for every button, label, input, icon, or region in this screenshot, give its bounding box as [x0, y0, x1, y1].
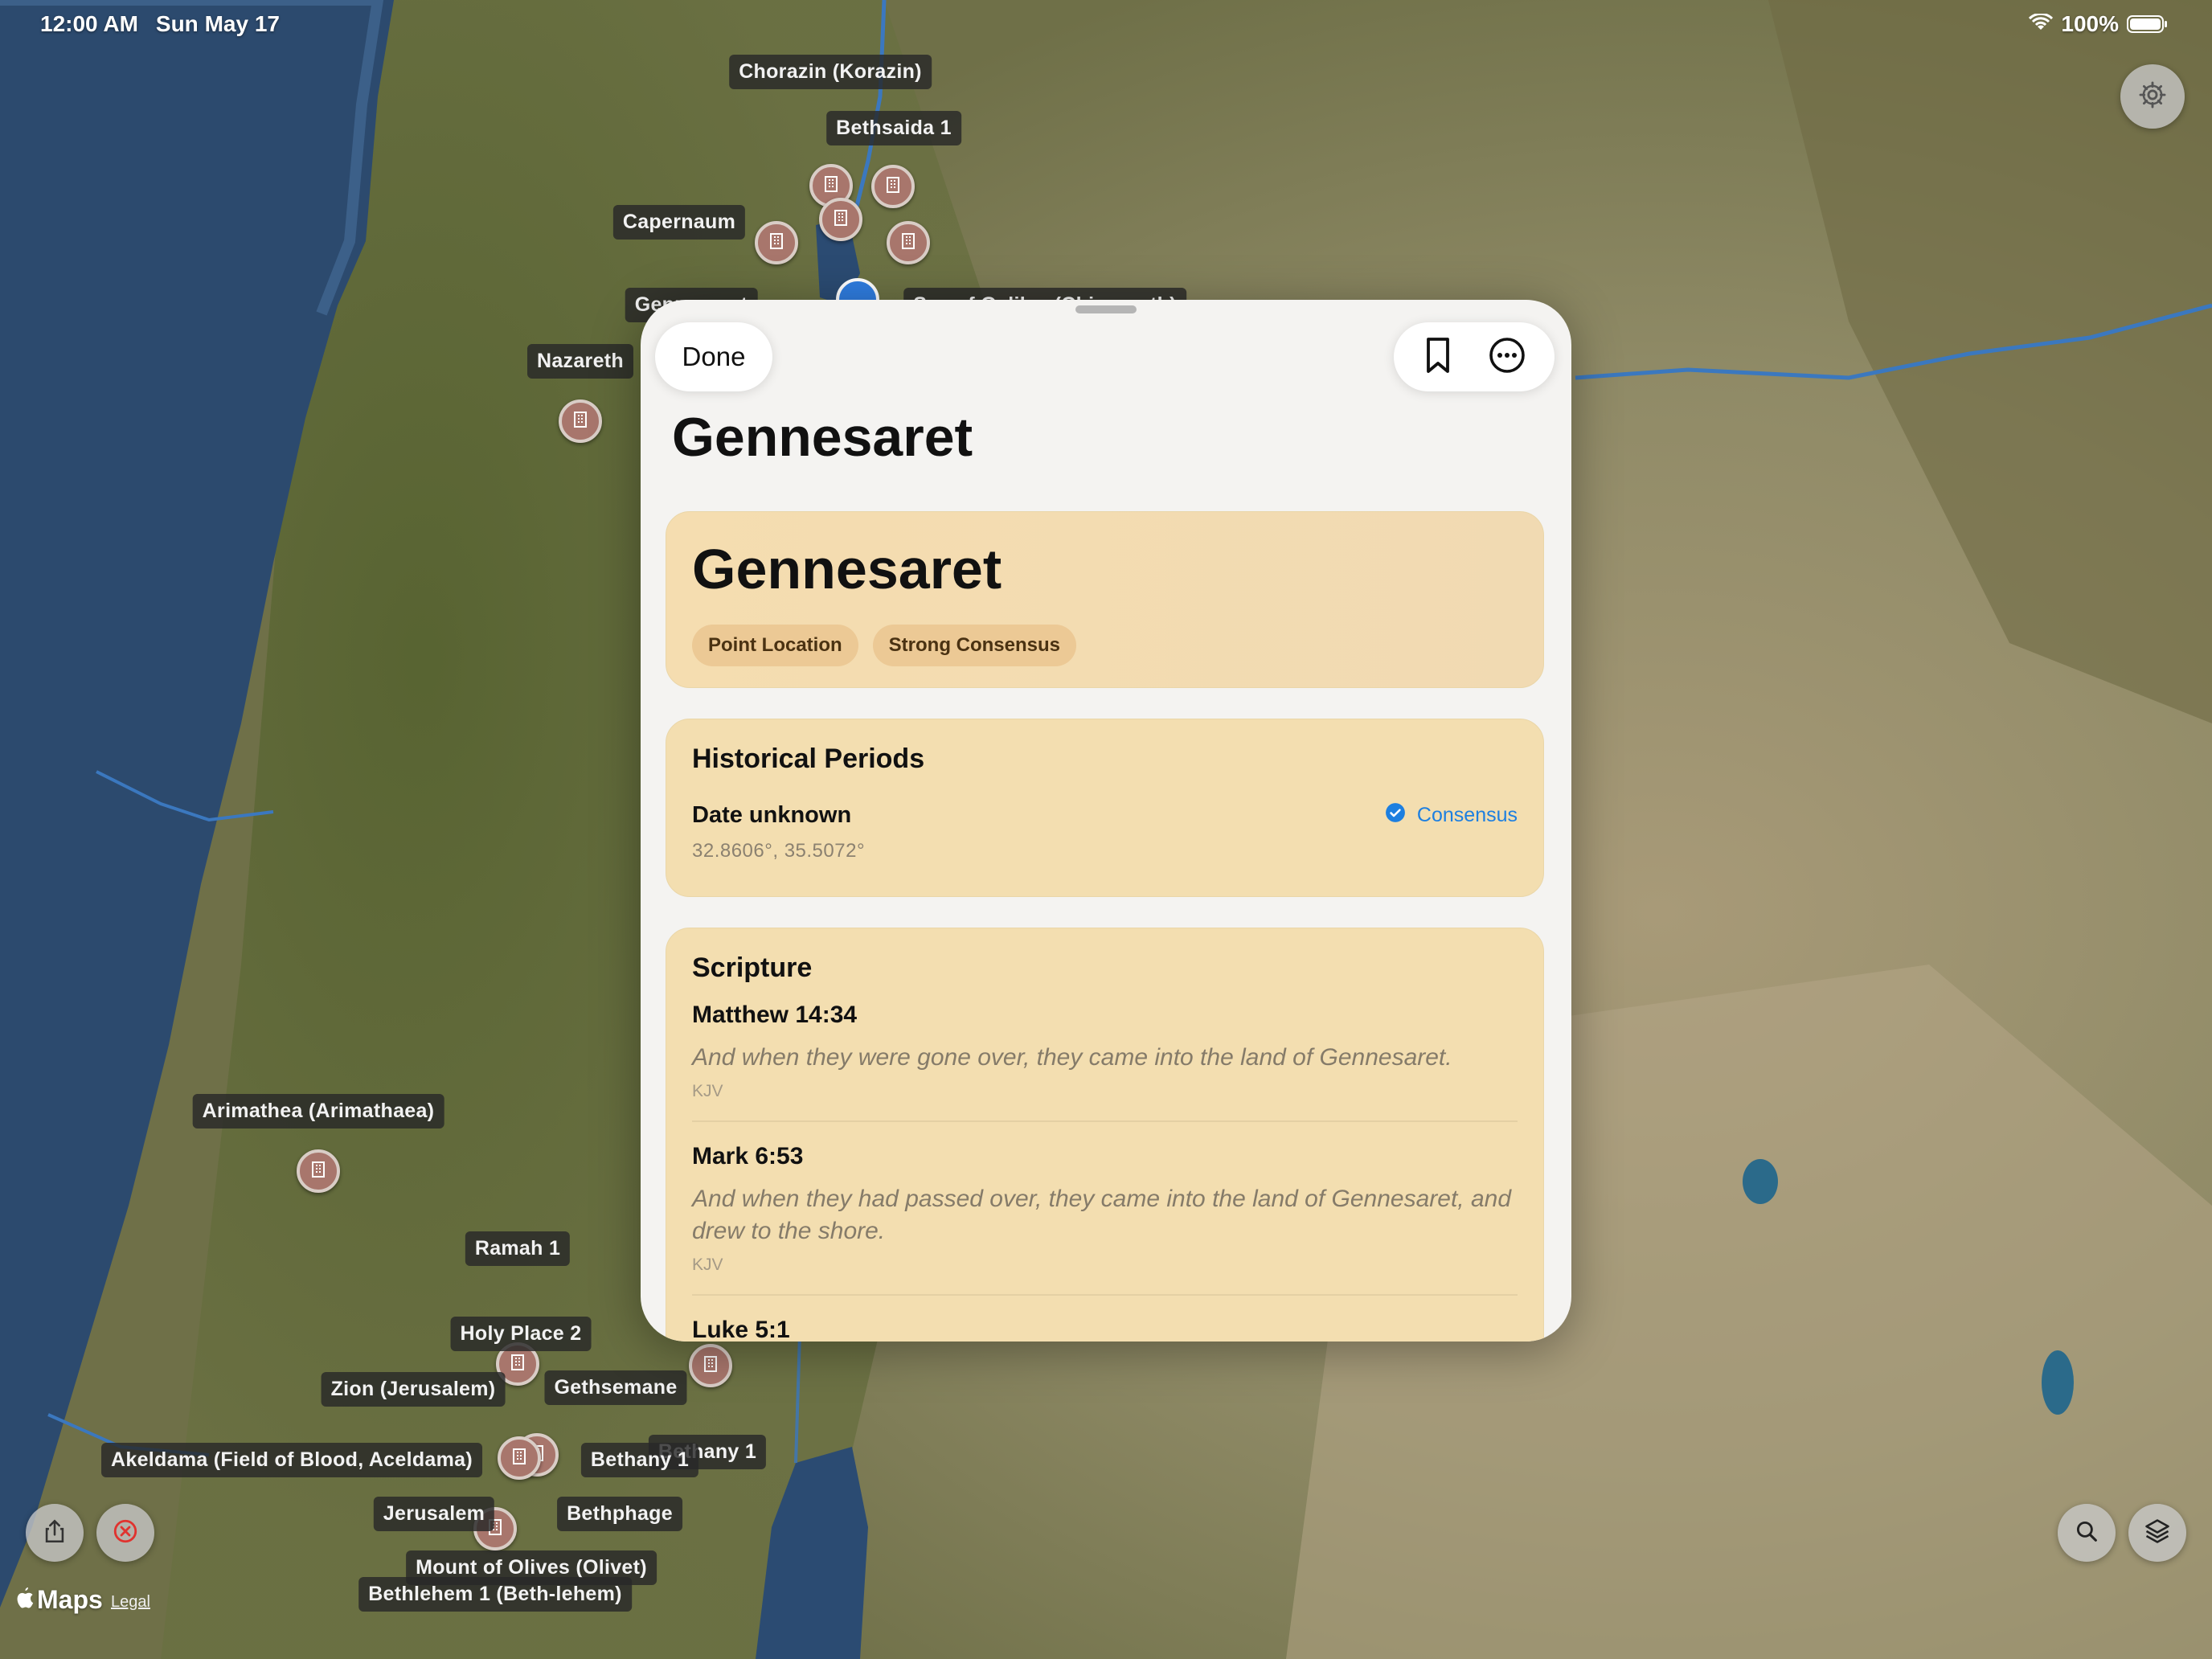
wifi-icon — [2029, 11, 2054, 37]
bookmark-button[interactable] — [1422, 336, 1454, 379]
building-pin-icon — [831, 208, 850, 231]
map-pin[interactable] — [559, 399, 602, 443]
map-label-bethsaida[interactable]: Bethsaida 1 — [826, 111, 961, 145]
done-button[interactable]: Done — [655, 322, 772, 391]
place-detail-sheet: Done Gennesaret Gennesaret Point Locatio… — [641, 300, 1571, 1342]
map-pin[interactable] — [689, 1344, 732, 1387]
share-icon — [41, 1518, 68, 1549]
checkmark-circle-icon — [1385, 802, 1406, 829]
sheet-grabber[interactable] — [1075, 305, 1137, 313]
settings-button[interactable] — [2120, 64, 2185, 129]
maps-brand: Maps — [16, 1585, 103, 1615]
building-pin-icon — [767, 231, 786, 255]
verse-reference: Mark 6:53 — [692, 1143, 804, 1169]
map-label-arimathea[interactable]: Arimathea (Arimathaea) — [192, 1094, 444, 1129]
map-pin[interactable] — [887, 221, 930, 264]
building-pin-icon — [899, 231, 918, 255]
map-label-zion[interactable]: Zion (Jerusalem) — [321, 1372, 506, 1407]
verse-reference: Luke 5:1 — [692, 1317, 790, 1342]
historical-periods-card: Historical Periods Date unknown Consensu… — [666, 719, 1544, 897]
verse-item[interactable]: Mark 6:53 And when they had passed over,… — [692, 1122, 1518, 1296]
hero-card: Gennesaret Point Location Strong Consens… — [666, 511, 1544, 688]
verse-text: And when they were gone over, they came … — [692, 1044, 1452, 1071]
building-pin-icon — [510, 1447, 529, 1470]
scripture-heading: Scripture — [692, 952, 813, 983]
layers-icon — [2143, 1517, 2172, 1550]
period-date: Date unknown — [692, 802, 852, 828]
layers-button[interactable] — [2128, 1504, 2186, 1562]
coordinates: 32.8606°, 35.5072° — [692, 840, 866, 862]
map-label-bethany[interactable]: Bethany 1 — [580, 1443, 699, 1477]
scripture-card: Scripture Matthew 14:34 And when they we… — [666, 928, 1544, 1342]
status-bar-left: 12:00 AM Sun May 17 — [40, 11, 280, 37]
sheet-actions — [1394, 322, 1555, 391]
search-button[interactable] — [2058, 1504, 2116, 1562]
legal-link[interactable]: Legal — [111, 1593, 150, 1612]
map-label-holy-place[interactable]: Holy Place 2 — [450, 1317, 592, 1351]
status-time: 12:00 AM — [40, 11, 138, 36]
map-label-bethlehem[interactable]: Bethlehem 1 (Beth-lehem) — [358, 1577, 632, 1612]
verse-item[interactable]: Matthew 14:34 And when they were gone ov… — [692, 984, 1518, 1122]
status-date: Sun May 17 — [155, 11, 280, 36]
building-pin-icon — [701, 1354, 720, 1378]
building-pin-icon — [821, 174, 841, 198]
more-button[interactable] — [1488, 336, 1526, 379]
consensus-label: Consensus — [1416, 804, 1518, 826]
map-label-chorazin[interactable]: Chorazin (Korazin) — [729, 55, 932, 89]
share-button[interactable] — [26, 1504, 84, 1562]
consensus-status: Consensus — [1385, 802, 1518, 829]
clear-button[interactable] — [96, 1504, 154, 1562]
tag-strong-consensus: Strong Consensus — [872, 625, 1077, 666]
building-pin-icon — [508, 1353, 527, 1376]
verse-version: KJV — [692, 1082, 723, 1100]
map-label-capernaum[interactable]: Capernaum — [612, 205, 746, 240]
map-label-gethsemane[interactable]: Gethsemane — [544, 1370, 687, 1405]
period-row: Date unknown Consensus — [692, 802, 1518, 829]
map-label-akeldama[interactable]: Akeldama (Field of Blood, Aceldama) — [101, 1443, 482, 1477]
close-circle-icon — [112, 1518, 139, 1549]
map-pin[interactable] — [819, 198, 862, 241]
map-pin[interactable] — [871, 165, 915, 208]
map-pin[interactable] — [755, 221, 798, 264]
hero-title: Gennesaret — [692, 538, 1002, 600]
maps-brand-label: Maps — [37, 1585, 103, 1614]
map-label-ramah[interactable]: Ramah 1 — [465, 1231, 571, 1266]
building-pin-icon — [309, 1160, 328, 1183]
battery-percent: 100% — [2061, 11, 2119, 36]
apple-logo-icon — [16, 1585, 34, 1615]
map-pin[interactable] — [498, 1436, 541, 1480]
tag-list: Point Location Strong Consensus — [692, 625, 1518, 666]
tag-point-location: Point Location — [692, 625, 858, 666]
historical-periods-heading: Historical Periods — [692, 743, 925, 774]
verse-reference: Matthew 14:34 — [692, 1002, 858, 1028]
verse-item[interactable]: Luke 5:1 — [692, 1296, 1518, 1342]
map-label-jerusalem[interactable]: Jerusalem — [373, 1497, 495, 1531]
battery-icon — [2127, 15, 2167, 33]
verse-text: And when they had passed over, they came… — [692, 1186, 1512, 1244]
bookmark-icon — [1422, 337, 1454, 378]
more-ellipsis-icon — [1488, 337, 1526, 378]
search-icon — [2073, 1518, 2100, 1549]
sheet-title: Gennesaret — [672, 407, 973, 468]
status-bar-right: 100% — [2029, 11, 2167, 37]
map-label-bethphage[interactable]: Bethphage — [557, 1497, 682, 1531]
verse-version: KJV — [692, 1256, 723, 1274]
building-pin-icon — [571, 410, 590, 433]
map-pin[interactable] — [297, 1149, 340, 1193]
map-label-nazareth[interactable]: Nazareth — [527, 344, 633, 379]
settings-gear-icon — [2137, 80, 2168, 114]
sheet-content: Gennesaret Point Location Strong Consens… — [666, 511, 1544, 1342]
building-pin-icon — [883, 175, 903, 199]
